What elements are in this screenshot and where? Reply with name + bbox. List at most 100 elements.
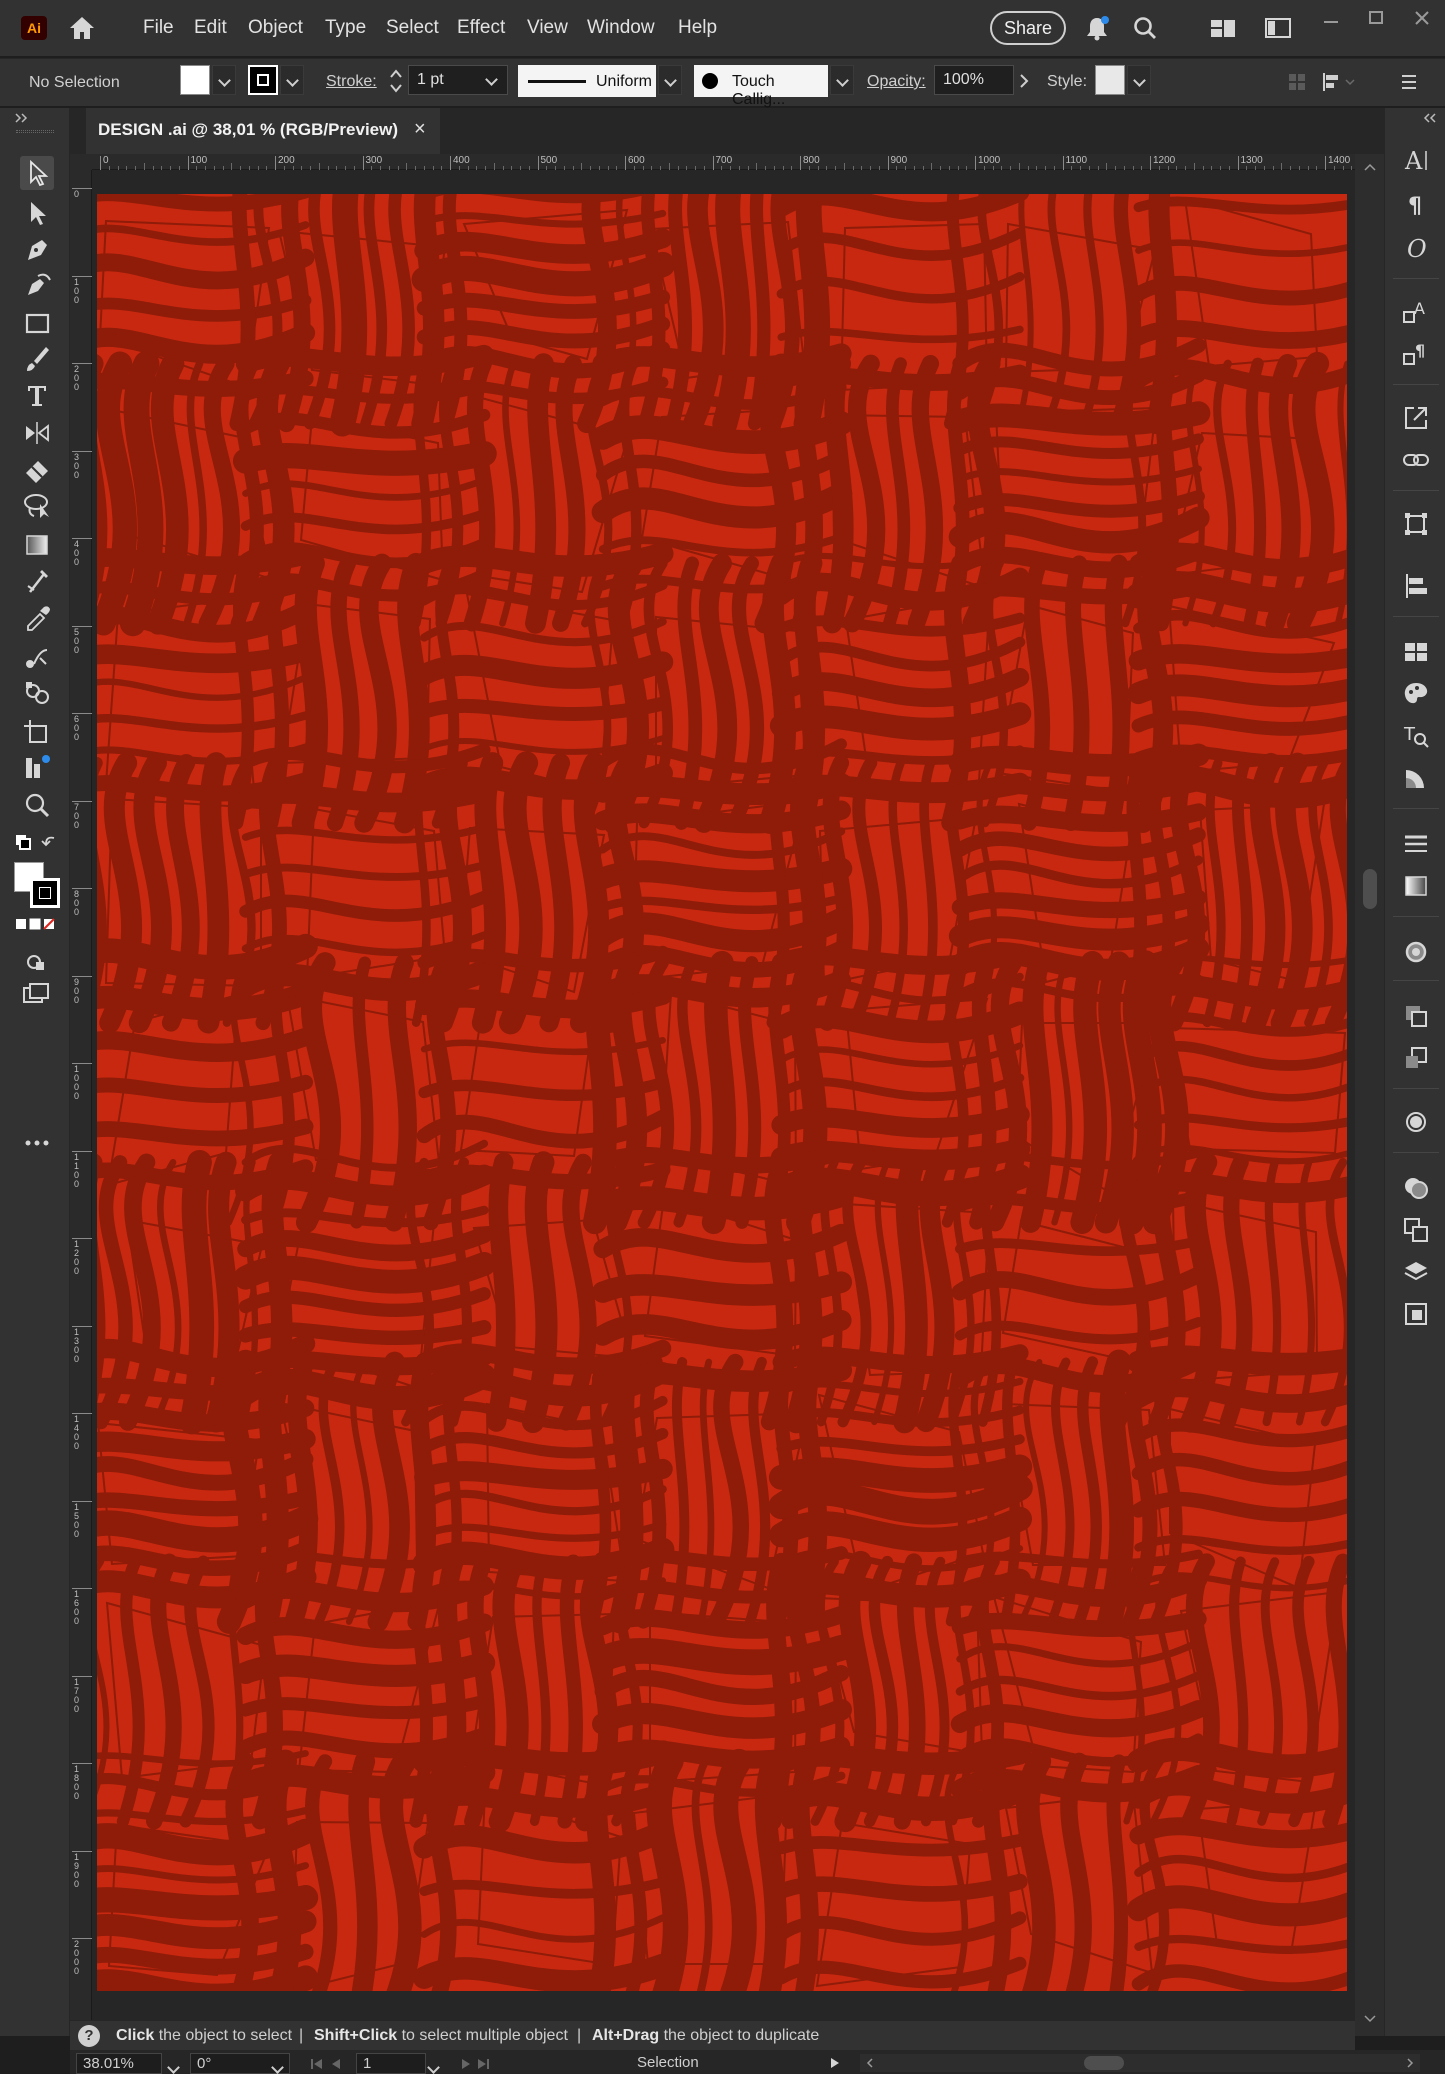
export-icon[interactable] (1402, 404, 1430, 432)
brush-dropdown[interactable] (830, 65, 854, 95)
stroke-weight-stepper[interactable] (386, 65, 406, 97)
rectangle-tool-icon[interactable] (20, 306, 54, 340)
default-fill-stroke-icon[interactable] (12, 832, 56, 852)
scroll-down-icon[interactable] (1363, 2014, 1377, 2024)
share-button[interactable]: Share (990, 11, 1066, 45)
transform-panel-icon[interactable] (1402, 510, 1430, 538)
gradient-tool-icon[interactable] (20, 528, 54, 562)
blend-tool-icon[interactable] (20, 640, 54, 674)
horizontal-scrollbar[interactable] (860, 2054, 1420, 2072)
artboard-pattern[interactable] (97, 194, 1347, 1991)
color-guide-icon[interactable] (1402, 764, 1430, 792)
graphic-style-swatch[interactable] (1095, 65, 1125, 95)
curvature-tool-icon[interactable] (20, 268, 54, 302)
profile-dropdown[interactable] (658, 65, 682, 95)
menu-type[interactable]: Type (325, 17, 366, 39)
help-icon[interactable]: ? (78, 2025, 100, 2047)
zoom-dropdown[interactable] (162, 2053, 186, 2074)
pathfinder-panel-icon[interactable] (1402, 1174, 1430, 1202)
artboard-tool-icon[interactable] (20, 714, 54, 748)
stroke-dropdown[interactable] (280, 65, 304, 95)
selection-tool-icon[interactable] (20, 156, 54, 190)
paragraph-styles-icon[interactable]: ¶ (1402, 340, 1430, 368)
brush-definition[interactable]: Touch Callig... (694, 65, 828, 108)
graph-tool-icon[interactable] (20, 750, 54, 784)
minimize-window-icon[interactable] (1322, 14, 1340, 30)
fill-dropdown[interactable] (212, 65, 236, 95)
artboard-number-field[interactable]: 1 (356, 2053, 426, 2074)
pen-tool-icon[interactable] (20, 232, 54, 266)
notifications-bell-icon[interactable] (1084, 14, 1110, 42)
stroke-color-box[interactable] (30, 878, 60, 908)
menu-effect[interactable]: Effect (457, 17, 505, 39)
reflect-tool-icon[interactable] (20, 416, 54, 450)
variable-width-profile[interactable]: Uniform (518, 65, 656, 97)
search-icon[interactable] (1132, 14, 1158, 42)
opacity-label[interactable]: Opacity: (867, 73, 926, 91)
symbols-panel-icon[interactable] (1402, 1002, 1430, 1030)
character-styles-icon[interactable]: A (1402, 298, 1430, 326)
brushes-panel-icon[interactable] (1402, 1108, 1430, 1136)
next-last-artboard-icons[interactable] (456, 2056, 516, 2072)
graphic-style-dropdown[interactable] (1127, 65, 1151, 95)
mesh-tool-icon[interactable] (20, 564, 54, 598)
type-tool-icon[interactable] (20, 378, 54, 412)
lasso-tool-icon[interactable] (20, 488, 54, 522)
menu-file[interactable]: File (143, 17, 174, 39)
menu-view[interactable]: View (527, 17, 568, 39)
close-document-icon[interactable]: × (414, 118, 426, 141)
close-window-icon[interactable] (1413, 10, 1431, 26)
rotation-dropdown[interactable] (266, 2053, 290, 2074)
collapse-dock-icon[interactable] (1421, 112, 1437, 124)
menu-object[interactable]: Object (248, 17, 303, 39)
maximize-window-icon[interactable] (1367, 10, 1385, 26)
color-panel-icon[interactable] (1402, 680, 1430, 708)
paintbrush-tool-icon[interactable] (20, 342, 54, 376)
scroll-up-icon[interactable] (1363, 162, 1377, 172)
artboards-panel-icon[interactable] (1402, 1300, 1430, 1328)
type-on-path-icon[interactable]: T (1402, 722, 1430, 750)
screen-mode-icon[interactable] (22, 982, 50, 1006)
shape-builder-tool-icon[interactable] (20, 676, 54, 710)
draw-mode-icon[interactable] (24, 950, 48, 974)
horizontal-ruler[interactable]: 0 100 200 300 400 500 600 700 800 900 1000 1100 1200… (92, 154, 1405, 170)
zoom-level-field[interactable]: 38.01% (76, 2053, 162, 2074)
menu-select[interactable]: Select (386, 17, 439, 39)
stroke-panel-icon[interactable] (1402, 830, 1430, 858)
eyedropper-tool-icon[interactable] (20, 602, 54, 636)
eraser-tool-icon[interactable] (20, 452, 54, 486)
transparency-panel-icon[interactable] (1402, 1216, 1430, 1244)
panel-menu-icon[interactable] (1398, 71, 1420, 93)
artboard-dropdown[interactable] (422, 2053, 446, 2074)
ruler-origin[interactable] (70, 154, 92, 170)
status-menu-arrow-icon[interactable] (828, 2056, 842, 2070)
gradient-panel-icon[interactable] (1402, 872, 1430, 900)
align-options-icon[interactable] (1320, 71, 1358, 93)
links-icon[interactable] (1402, 446, 1430, 474)
opacity-slider-arrow-icon[interactable] (1014, 65, 1034, 97)
appearance-panel-icon[interactable] (1402, 938, 1430, 966)
zoom-tool-icon[interactable] (20, 788, 54, 822)
collapse-toolbar-icon[interactable] (14, 112, 30, 124)
opentype-panel-icon[interactable]: O (1402, 234, 1430, 262)
vertical-ruler[interactable]: 0 100 200 300 400 500 600 700 800 900 1000 1100 1200… (70, 170, 92, 2020)
opacity-field[interactable]: 100% (934, 65, 1014, 95)
scroll-right-icon[interactable] (1404, 2057, 1416, 2069)
scroll-left-icon[interactable] (864, 2057, 876, 2069)
fill-swatch[interactable] (180, 65, 210, 95)
character-panel-icon[interactable]: A (1402, 146, 1430, 174)
isolate-icon[interactable] (1286, 71, 1308, 93)
layers-panel-icon[interactable] (1402, 1258, 1430, 1286)
align-panel-icon[interactable] (1402, 572, 1430, 600)
stroke-weight-dropdown[interactable] (480, 65, 504, 95)
home-icon[interactable] (67, 14, 97, 42)
menu-window[interactable]: Window (587, 17, 655, 39)
horizontal-scroll-thumb[interactable] (1084, 2056, 1124, 2070)
stroke-label[interactable]: Stroke: (326, 73, 377, 91)
toolbar-grip[interactable] (16, 130, 54, 133)
graphic-styles-icon[interactable] (1402, 1044, 1430, 1072)
color-mode-icons[interactable] (14, 916, 60, 932)
vertical-scroll-thumb[interactable] (1363, 869, 1377, 909)
edit-toolbar-icon[interactable] (24, 1138, 50, 1148)
stroke-swatch[interactable] (248, 65, 278, 95)
